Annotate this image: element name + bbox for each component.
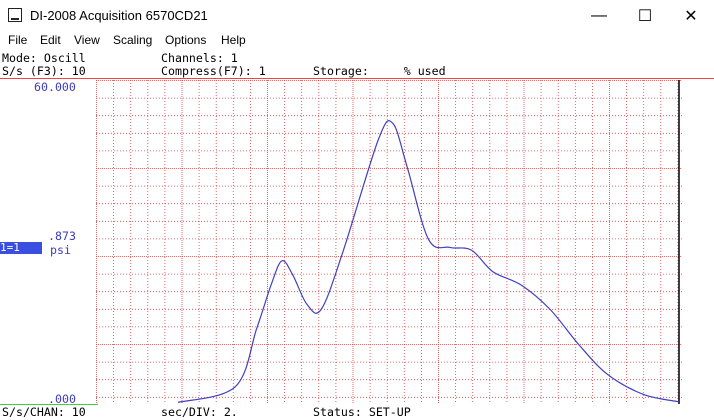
menu-options[interactable]: Options — [165, 33, 206, 47]
menu-help[interactable]: Help — [221, 33, 246, 47]
title-bar: DI-2008 Acquisition 6570CD21 — ☐ ✕ — [0, 0, 714, 32]
compress-label: Compress(F7): 1 — [161, 64, 266, 78]
channel-indicator[interactable]: 1=1 — [0, 242, 42, 254]
menu-scaling[interactable]: Scaling — [113, 33, 152, 47]
unit-label: psi — [50, 243, 71, 257]
signal-trace — [177, 120, 680, 403]
menu-view[interactable]: View — [74, 33, 100, 47]
storage-label: Storage: % used — [313, 64, 446, 78]
menu-edit[interactable]: Edit — [40, 33, 61, 47]
seconds-per-division: sec/DIV: 2. — [161, 405, 238, 419]
menu-bar: File Edit View Scaling Options Help — [0, 31, 714, 50]
y-axis-mid: .873 — [48, 229, 76, 243]
status-label: Status: SET-UP — [313, 405, 411, 419]
app-icon — [8, 8, 22, 22]
menu-file[interactable]: File — [8, 33, 27, 47]
maximize-button[interactable]: ☐ — [622, 0, 668, 31]
sample-rate-label: S/s (F3): 10 — [2, 64, 86, 78]
y-axis-top: 60.000 — [34, 80, 76, 94]
window-title: DI-2008 Acquisition 6570CD21 — [30, 8, 208, 23]
plot-grid — [96, 80, 682, 404]
plot-top-border — [0, 78, 714, 79]
close-button[interactable]: ✕ — [668, 0, 714, 31]
minimize-button[interactable]: — — [576, 0, 622, 31]
samples-per-channel: S/s/CHAN: 10 — [2, 405, 86, 419]
oscilloscope-plot — [96, 80, 682, 404]
